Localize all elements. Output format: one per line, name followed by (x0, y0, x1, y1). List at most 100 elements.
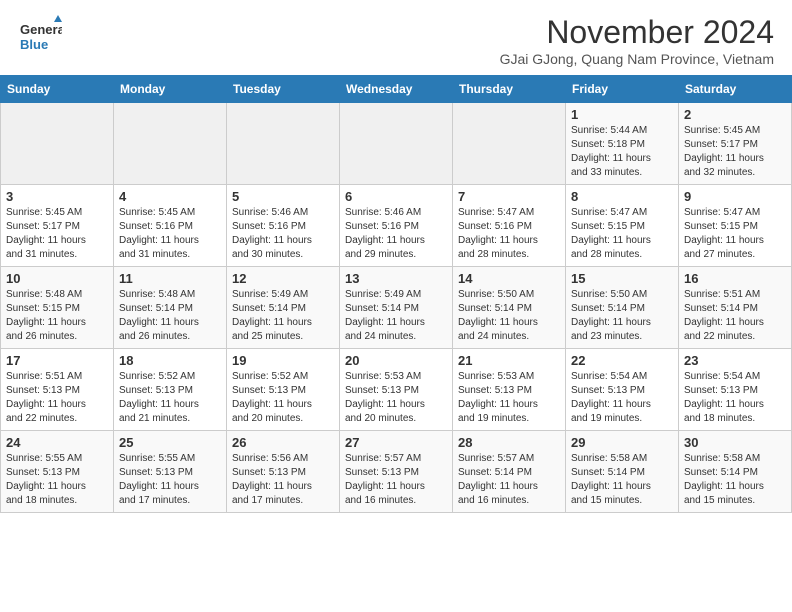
calendar-cell (1, 103, 114, 185)
col-header-tuesday: Tuesday (227, 76, 340, 103)
day-info: Sunrise: 5:52 AM Sunset: 5:13 PM Dayligh… (232, 370, 334, 426)
calendar-cell: 16 Sunrise: 5:51 AM Sunset: 5:14 PM Dayli… (679, 267, 792, 349)
calendar-cell: 24Sunrise: 5:55 AM Sunset: 5:13 PM Dayli… (1, 431, 114, 513)
logo: General Blue (18, 14, 64, 58)
calendar-cell: 1 Sunrise: 5:44 AM Sunset: 5:18 PM Daylig… (566, 103, 679, 185)
calendar-cell: 5 Sunrise: 5:46 AM Sunset: 5:16 PM Daylig… (227, 185, 340, 267)
day-info: Sunrise: 5:58 AM Sunset: 5:14 PM Dayligh… (684, 452, 786, 508)
day-info: Sunrise: 5:45 AM Sunset: 5:16 PM Dayligh… (119, 206, 221, 262)
day-number: 9 (684, 189, 786, 204)
day-info: Sunrise: 5:48 AM Sunset: 5:15 PM Dayligh… (6, 288, 108, 344)
col-header-friday: Friday (566, 76, 679, 103)
calendar-cell: 3 Sunrise: 5:45 AM Sunset: 5:17 PM Daylig… (1, 185, 114, 267)
col-header-sunday: Sunday (1, 76, 114, 103)
day-info: Sunrise: 5:49 AM Sunset: 5:14 PM Dayligh… (232, 288, 334, 344)
day-number: 19 (232, 353, 334, 368)
col-header-wednesday: Wednesday (340, 76, 453, 103)
calendar-cell: 19 Sunrise: 5:52 AM Sunset: 5:13 PM Dayli… (227, 349, 340, 431)
day-number: 27 (345, 435, 447, 450)
calendar-header-row: SundayMondayTuesdayWednesdayThursdayFrid… (1, 76, 792, 103)
day-number: 17 (6, 353, 108, 368)
svg-text:Blue: Blue (20, 37, 48, 52)
calendar-cell (227, 103, 340, 185)
logo-icon: General Blue (18, 14, 62, 58)
calendar-cell: 13Sunrise: 5:49 AM Sunset: 5:14 PM Dayli… (340, 267, 453, 349)
col-header-monday: Monday (114, 76, 227, 103)
day-number: 6 (345, 189, 447, 204)
day-info: Sunrise: 5:52 AM Sunset: 5:13 PM Dayligh… (119, 370, 221, 426)
day-number: 23 (684, 353, 786, 368)
day-info: Sunrise: 5:45 AM Sunset: 5:17 PM Dayligh… (6, 206, 108, 262)
calendar-cell: 4 Sunrise: 5:45 AM Sunset: 5:16 PM Daylig… (114, 185, 227, 267)
day-number: 11 (119, 271, 221, 286)
day-number: 28 (458, 435, 560, 450)
calendar-cell: 2Sunrise: 5:45 AM Sunset: 5:17 PM Daylig… (679, 103, 792, 185)
calendar-cell: 27Sunrise: 5:57 AM Sunset: 5:13 PM Dayli… (340, 431, 453, 513)
calendar-cell (114, 103, 227, 185)
day-number: 15 (571, 271, 673, 286)
calendar-cell: 15 Sunrise: 5:50 AM Sunset: 5:14 PM Dayli… (566, 267, 679, 349)
day-number: 18 (119, 353, 221, 368)
calendar-cell: 11Sunrise: 5:48 AM Sunset: 5:14 PM Dayli… (114, 267, 227, 349)
day-info: Sunrise: 5:58 AM Sunset: 5:14 PM Dayligh… (571, 452, 673, 508)
calendar-cell: 25 Sunrise: 5:55 AM Sunset: 5:13 PM Dayli… (114, 431, 227, 513)
day-number: 16 (684, 271, 786, 286)
day-number: 26 (232, 435, 334, 450)
day-number: 8 (571, 189, 673, 204)
calendar-cell: 20 Sunrise: 5:53 AM Sunset: 5:13 PM Dayli… (340, 349, 453, 431)
day-info: Sunrise: 5:56 AM Sunset: 5:13 PM Dayligh… (232, 452, 334, 508)
title-block: November 2024 GJai GJong, Quang Nam Prov… (500, 14, 774, 67)
calendar-week-4: 24Sunrise: 5:55 AM Sunset: 5:13 PM Dayli… (1, 431, 792, 513)
day-number: 4 (119, 189, 221, 204)
calendar-cell: 17 Sunrise: 5:51 AM Sunset: 5:13 PM Dayli… (1, 349, 114, 431)
calendar-cell (340, 103, 453, 185)
day-number: 1 (571, 107, 673, 122)
calendar-cell: 26 Sunrise: 5:56 AM Sunset: 5:13 PM Dayli… (227, 431, 340, 513)
day-info: Sunrise: 5:54 AM Sunset: 5:13 PM Dayligh… (684, 370, 786, 426)
calendar-cell: 8 Sunrise: 5:47 AM Sunset: 5:15 PM Daylig… (566, 185, 679, 267)
calendar-cell: 12 Sunrise: 5:49 AM Sunset: 5:14 PM Dayli… (227, 267, 340, 349)
calendar-cell: 29Sunrise: 5:58 AM Sunset: 5:14 PM Dayli… (566, 431, 679, 513)
col-header-thursday: Thursday (453, 76, 566, 103)
day-number: 3 (6, 189, 108, 204)
day-info: Sunrise: 5:47 AM Sunset: 5:15 PM Dayligh… (571, 206, 673, 262)
calendar-cell: 9 Sunrise: 5:47 AM Sunset: 5:15 PM Daylig… (679, 185, 792, 267)
day-info: Sunrise: 5:46 AM Sunset: 5:16 PM Dayligh… (345, 206, 447, 262)
day-number: 20 (345, 353, 447, 368)
location-subtitle: GJai GJong, Quang Nam Province, Vietnam (500, 51, 774, 67)
calendar-cell: 18 Sunrise: 5:52 AM Sunset: 5:13 PM Dayli… (114, 349, 227, 431)
calendar-cell: 10 Sunrise: 5:48 AM Sunset: 5:15 PM Dayli… (1, 267, 114, 349)
day-info: Sunrise: 5:47 AM Sunset: 5:15 PM Dayligh… (684, 206, 786, 262)
calendar-cell: 21Sunrise: 5:53 AM Sunset: 5:13 PM Dayli… (453, 349, 566, 431)
svg-text:General: General (20, 22, 62, 37)
day-number: 12 (232, 271, 334, 286)
day-number: 25 (119, 435, 221, 450)
day-number: 13 (345, 271, 447, 286)
calendar-table: SundayMondayTuesdayWednesdayThursdayFrid… (0, 75, 792, 513)
calendar-week-1: 3 Sunrise: 5:45 AM Sunset: 5:17 PM Daylig… (1, 185, 792, 267)
day-number: 7 (458, 189, 560, 204)
day-info: Sunrise: 5:47 AM Sunset: 5:16 PM Dayligh… (458, 206, 560, 262)
day-info: Sunrise: 5:50 AM Sunset: 5:14 PM Dayligh… (571, 288, 673, 344)
day-info: Sunrise: 5:46 AM Sunset: 5:16 PM Dayligh… (232, 206, 334, 262)
day-info: Sunrise: 5:51 AM Sunset: 5:14 PM Dayligh… (684, 288, 786, 344)
col-header-saturday: Saturday (679, 76, 792, 103)
calendar-cell: 6 Sunrise: 5:46 AM Sunset: 5:16 PM Daylig… (340, 185, 453, 267)
day-info: Sunrise: 5:51 AM Sunset: 5:13 PM Dayligh… (6, 370, 108, 426)
day-number: 30 (684, 435, 786, 450)
day-info: Sunrise: 5:44 AM Sunset: 5:18 PM Dayligh… (571, 124, 673, 180)
day-number: 10 (6, 271, 108, 286)
day-info: Sunrise: 5:45 AM Sunset: 5:17 PM Dayligh… (684, 124, 786, 180)
day-info: Sunrise: 5:55 AM Sunset: 5:13 PM Dayligh… (6, 452, 108, 508)
day-number: 14 (458, 271, 560, 286)
day-number: 5 (232, 189, 334, 204)
day-info: Sunrise: 5:55 AM Sunset: 5:13 PM Dayligh… (119, 452, 221, 508)
calendar-cell (453, 103, 566, 185)
day-number: 22 (571, 353, 673, 368)
page-header: General Blue November 2024 GJai GJong, Q… (0, 0, 792, 75)
calendar-cell: 23 Sunrise: 5:54 AM Sunset: 5:13 PM Dayli… (679, 349, 792, 431)
calendar-cell: 14Sunrise: 5:50 AM Sunset: 5:14 PM Dayli… (453, 267, 566, 349)
day-info: Sunrise: 5:53 AM Sunset: 5:13 PM Dayligh… (345, 370, 447, 426)
month-year-title: November 2024 (500, 14, 774, 51)
day-info: Sunrise: 5:57 AM Sunset: 5:14 PM Dayligh… (458, 452, 560, 508)
